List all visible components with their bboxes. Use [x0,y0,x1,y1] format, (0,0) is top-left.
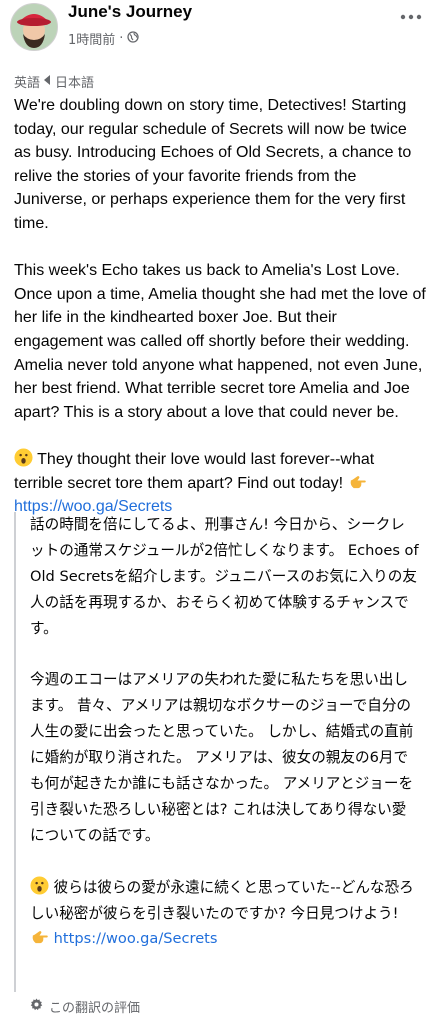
meta-separator: · [119,31,124,46]
more-dots-icon[interactable] [400,4,422,25]
gear-icon [30,998,43,1015]
translated-text-block: 話の時間を倍にしてるよ、刑事さん! 今日から、シークレットの通常スケジュールが2… [14,512,419,992]
translation-language-bar: 英語 日本語 [14,72,94,91]
rate-translation[interactable]: この翻訳の評価 [30,997,140,1016]
translated-paragraph-3: 彼らは彼らの愛が永遠に続くと思っていた--どんな恐ろしい秘密が彼らを引き裂いたの… [30,875,419,953]
post-body: We're doubling down on story time, Detec… [14,94,426,519]
post-paragraph-3: They thought their love would last forev… [14,448,426,519]
page-name[interactable]: June's Journey [68,2,192,22]
post-paragraph-1: We're doubling down on story time, Detec… [14,97,412,232]
surprised-face-icon [14,448,33,467]
source-language[interactable]: 英語 [14,72,40,91]
post-header: June's Journey 1時間前 · [0,0,436,60]
page-avatar[interactable] [10,3,58,51]
translated-paragraph-2: 今週のエコーはアメリアの失われた愛に私たちを思い出します。 昔々、アメリアは親切… [30,671,414,844]
post-paragraph-2: This week's Echo takes us back to Amelia… [14,262,426,421]
pointing-hand-icon [30,927,49,946]
rate-translation-label: この翻訳の評価 [49,1001,141,1016]
post-paragraph-3-text: They thought their love would last forev… [14,450,375,492]
translated-link[interactable]: https://woo.ga/Secrets [54,930,218,947]
globe-icon [127,30,140,47]
translated-paragraph-1: 話の時間を倍にしてるよ、刑事さん! 今日から、シークレットの通常スケジュールが2… [30,516,419,637]
caret-left-icon [44,74,51,89]
surprised-face-icon [30,876,49,895]
translated-paragraph-3-text: 彼らは彼らの愛が永遠に続くと思っていた--どんな恐ろしい秘密が彼らを引き裂いたの… [30,878,414,922]
target-language[interactable]: 日本語 [55,72,94,91]
pointing-hand-icon [348,472,367,491]
post-meta: 1時間前 · [68,29,140,48]
post-timestamp[interactable]: 1時間前 [68,29,115,48]
